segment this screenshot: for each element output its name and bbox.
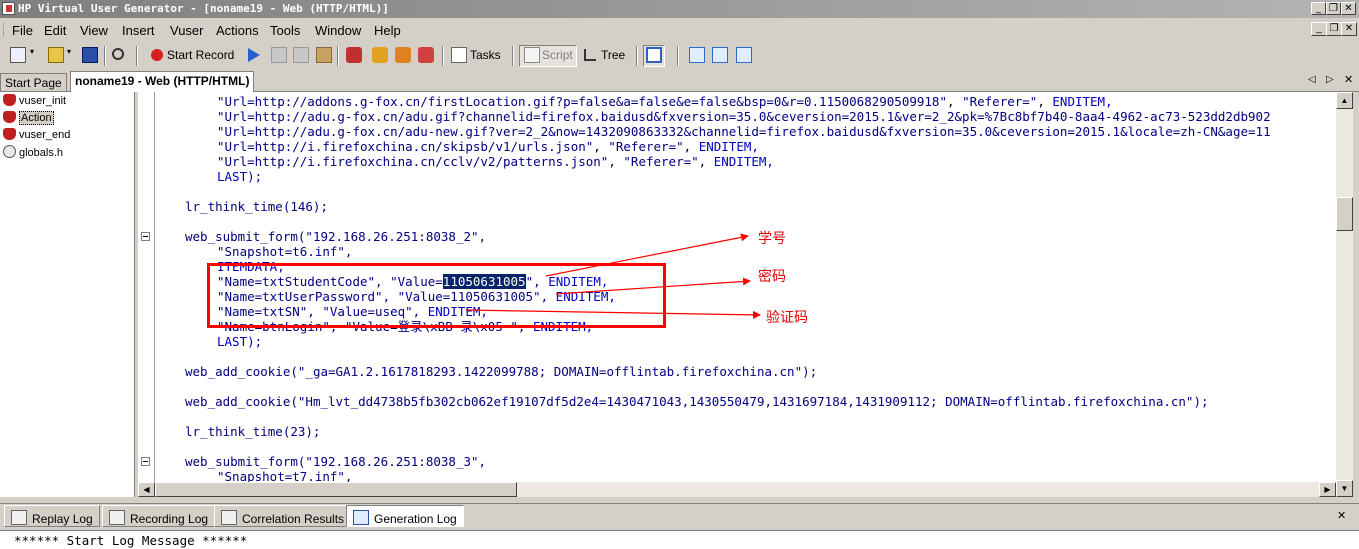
log-line: ****** Start Log Message ****** bbox=[14, 533, 248, 548]
output-close-icon[interactable]: ✕ bbox=[1337, 509, 1346, 522]
annotation-arrows bbox=[465, 233, 761, 319]
arrow-password bbox=[555, 277, 751, 295]
log-output[interactable]: ****** Start Log Message ****** bbox=[0, 530, 1359, 549]
tab-generation-log[interactable]: Generation Log bbox=[346, 505, 464, 527]
annotation-password: 密码 bbox=[758, 269, 786, 285]
arrow-captcha bbox=[465, 309, 761, 319]
tab-replay-log[interactable]: Replay Log bbox=[4, 505, 100, 527]
arrow-student-id bbox=[545, 233, 749, 277]
tab-recording-log[interactable]: Recording Log bbox=[102, 505, 216, 527]
generation-log-icon bbox=[353, 510, 369, 525]
annotation-captcha: 验证码 bbox=[766, 310, 808, 326]
tab-correlation-results[interactable]: Correlation Results bbox=[214, 505, 352, 527]
annotation-student-id: 学号 bbox=[758, 231, 786, 247]
output-tabs: Replay Log Recording Log Correlation Res… bbox=[0, 503, 1359, 528]
log-icon bbox=[109, 510, 125, 525]
log-icon bbox=[11, 510, 27, 525]
correlation-icon bbox=[221, 510, 237, 525]
